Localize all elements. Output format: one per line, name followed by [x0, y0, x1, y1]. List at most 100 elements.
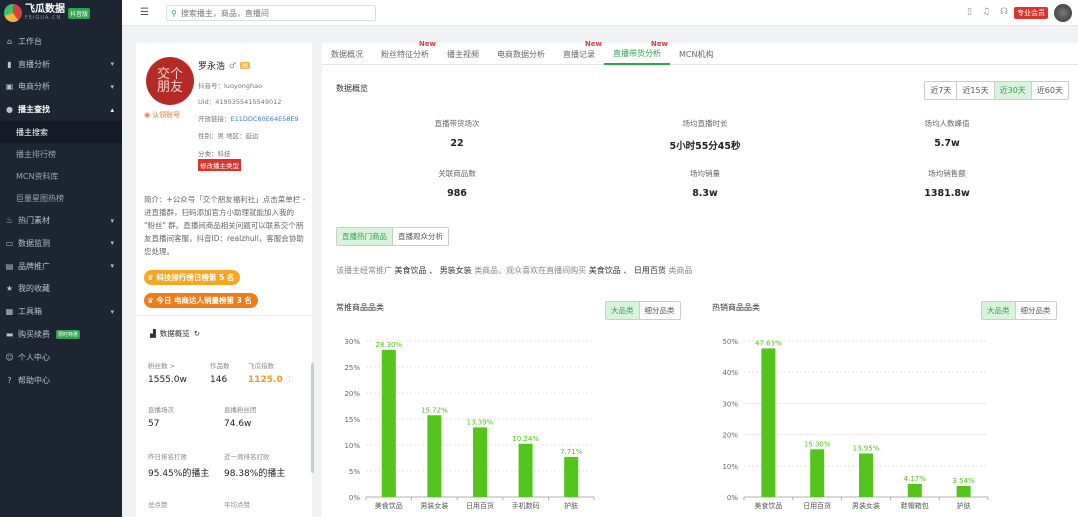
nav-help[interactable]: ? 帮助中心	[0, 369, 122, 392]
logo[interactable]: 飞瓜数据 FEIGUA.CN 抖音版	[0, 0, 122, 26]
sub-category-button[interactable]: 细分品类	[640, 302, 680, 319]
mobile-icon[interactable]: ▯	[967, 7, 972, 17]
chevron-up-icon: ▴	[110, 105, 114, 114]
new-badge: New	[584, 40, 602, 48]
anchor-intro: 简介：+公众号「交个朋友福利社」点击菜单栏 - 进直播群，扫码添加官方小助理就能…	[144, 195, 306, 256]
tab-live-sales-analysis[interactable]: 直播带货分析 New	[604, 40, 670, 65]
vip-badge[interactable]: 专业会员	[1014, 7, 1048, 19]
overview-title: 数据概览	[336, 84, 368, 93]
feigua-logo-icon	[4, 4, 22, 22]
nav-data-monitor[interactable]: ▭ 数据监测 ▾	[0, 232, 122, 255]
search-box[interactable]: ⚲	[166, 5, 376, 21]
hot-products-tab[interactable]: 直播热门商品	[337, 228, 393, 245]
stat-fans[interactable]: 粉丝数 >1555.0w	[148, 360, 187, 385]
data-label: 7.71%	[560, 448, 583, 456]
stat-avg-likes: 平均点赞	[224, 501, 250, 509]
nav-purchase[interactable]: ▬ 购买续费 限时特惠	[0, 323, 122, 346]
douyin-id: 抖音号：luoyonghao	[198, 82, 263, 90]
nav-live-analysis[interactable]: ▮ 直播分析 ▾	[0, 53, 122, 76]
user-avatar[interactable]	[1054, 4, 1072, 22]
x-tick-label: 日用百货	[803, 501, 831, 510]
rank-badge-ecom[interactable]: ♛ 今日 电商达人销量榜第 3 名	[144, 293, 258, 308]
data-label: 13.95%	[853, 444, 880, 452]
search-input[interactable]	[180, 8, 361, 18]
nav-brand-promo[interactable]: ▤ 品牌推广 ▾	[0, 255, 122, 278]
card-icon: ▬	[5, 330, 14, 340]
metric-avg-sales: 场均销量 8.3w	[690, 169, 720, 199]
y-tick-label: 30%	[344, 338, 360, 346]
major-category-button[interactable]: 大品类	[982, 302, 1016, 319]
subnav-anchor-ranking[interactable]: 播主排行榜	[0, 143, 122, 165]
tab-mcn[interactable]: MCN机构	[670, 43, 722, 65]
audience-analysis-tab[interactable]: 直播观众分析	[393, 228, 448, 245]
tab-ecom-analysis[interactable]: 电商数据分析	[488, 43, 554, 65]
headset-icon[interactable]: ☊	[1000, 7, 1008, 17]
tab-fan-analysis[interactable]: 粉丝特征分析 New	[372, 40, 438, 65]
stat-total-likes: 总点赞	[148, 501, 168, 509]
tab-data-overview[interactable]: 数据概况	[322, 43, 372, 65]
nav-anchor-search[interactable]: ● 播主查找 ▴	[0, 98, 122, 121]
y-tick-label: 40%	[722, 369, 738, 377]
monitor-icon: ▭	[5, 238, 14, 248]
profile-overview-title: ▟ 数据概览 ↻	[150, 329, 201, 338]
live-link: 开放链接：E11DDC60E64E58E9	[198, 115, 299, 123]
tab-live-records[interactable]: 直播记录 New	[554, 40, 604, 65]
verified-account[interactable]: ◉ 认领账号	[144, 110, 180, 120]
data-label: 15.30%	[804, 440, 831, 448]
logo-subtext: FEIGUA.CN	[25, 15, 62, 21]
chevron-down-icon: ▾	[110, 262, 114, 271]
x-tick-label: 护肤	[957, 501, 971, 510]
nav-favorites[interactable]: ★ 我的收藏	[0, 278, 122, 301]
change-type-button[interactable]: 修改播主类型	[198, 159, 241, 171]
chevron-down-icon: ▾	[110, 239, 114, 248]
nav-toolbox[interactable]: ▦ 工具箱 ▾	[0, 300, 122, 323]
help-icon: ?	[7, 375, 12, 385]
verified-icon: ◉	[144, 111, 151, 119]
subnav-anchor-search[interactable]: 播主搜索	[0, 121, 122, 144]
promo-badge: 限时特惠	[56, 330, 81, 340]
rank-badge-tech[interactable]: ♛ 科技排行榜日榜第 5 名	[144, 270, 241, 285]
range-15d[interactable]: 近15天	[957, 82, 995, 99]
metric-avg-revenue: 场均销售额 1381.8w	[924, 169, 970, 199]
bar	[956, 485, 971, 497]
data-label: 13.39%	[467, 418, 494, 426]
topbar-icons: ▯ ♫ ☊	[967, 7, 1008, 17]
chart1-toggle: 大品类 细分品类	[605, 301, 681, 320]
tab-anchor-videos[interactable]: 播主视频	[438, 43, 488, 65]
live-link-value[interactable]: E11DDC60E64E58E9	[231, 115, 299, 123]
range-7d[interactable]: 近7天	[925, 82, 958, 99]
anchor-avatar: 交个朋友	[146, 57, 194, 105]
x-tick-label: 男装女装	[852, 501, 880, 510]
major-category-button[interactable]: 大品类	[606, 302, 640, 319]
nav-workbench[interactable]: ⌂ 工作台	[0, 30, 122, 53]
home-icon: ⌂	[6, 36, 13, 46]
fire-icon: ♨	[5, 216, 14, 226]
info-icon[interactable]: ⓘ	[286, 376, 293, 384]
data-label: 4.17%	[904, 475, 927, 483]
y-tick-label: 0%	[727, 494, 738, 502]
subnav-mcn-library[interactable]: MCN资料库	[0, 165, 122, 187]
range-30d[interactable]: 近30天	[994, 82, 1032, 99]
platform-badge[interactable]: 抖音版	[68, 7, 91, 19]
refresh-icon[interactable]: ↻	[194, 329, 200, 338]
nav-hot-material[interactable]: ♨ 热门素材 ▾	[0, 209, 122, 232]
range-60d[interactable]: 近60天	[1032, 82, 1068, 99]
nav-personal-center[interactable]: ☺ 个人中心	[0, 346, 122, 369]
bell-icon[interactable]: ♫	[982, 7, 990, 17]
new-badge: New	[418, 40, 436, 48]
profile-scrollbar[interactable]	[311, 363, 314, 473]
category-badge-icon: ▤	[240, 62, 250, 69]
chart2-title: 热销商品品类	[712, 303, 760, 312]
metric-avg-duration: 场均直播时长 5小时55分45秒	[669, 119, 741, 152]
subnav-star-chart[interactable]: 巨量星图热榜	[0, 187, 122, 209]
chart-common-categories: 0% 5% 10% 15% 20% 25% 30% 28.30% 美食饮品 15.72% 男装女装 1…	[344, 338, 595, 510]
y-tick-label: 0%	[349, 494, 360, 502]
chevron-down-icon: ▾	[110, 307, 114, 316]
sub-category-button[interactable]: 细分品类	[1016, 302, 1056, 319]
search-icon: ●	[6, 105, 13, 115]
x-tick-label: 美食饮品	[754, 501, 782, 510]
nav-ecommerce-analysis[interactable]: ▣ 电商分析 ▾	[0, 76, 122, 99]
data-label: 3.54%	[952, 477, 975, 485]
menu-toggle-icon[interactable]: ☰	[140, 7, 149, 18]
chart-icon: ▮	[7, 59, 12, 69]
